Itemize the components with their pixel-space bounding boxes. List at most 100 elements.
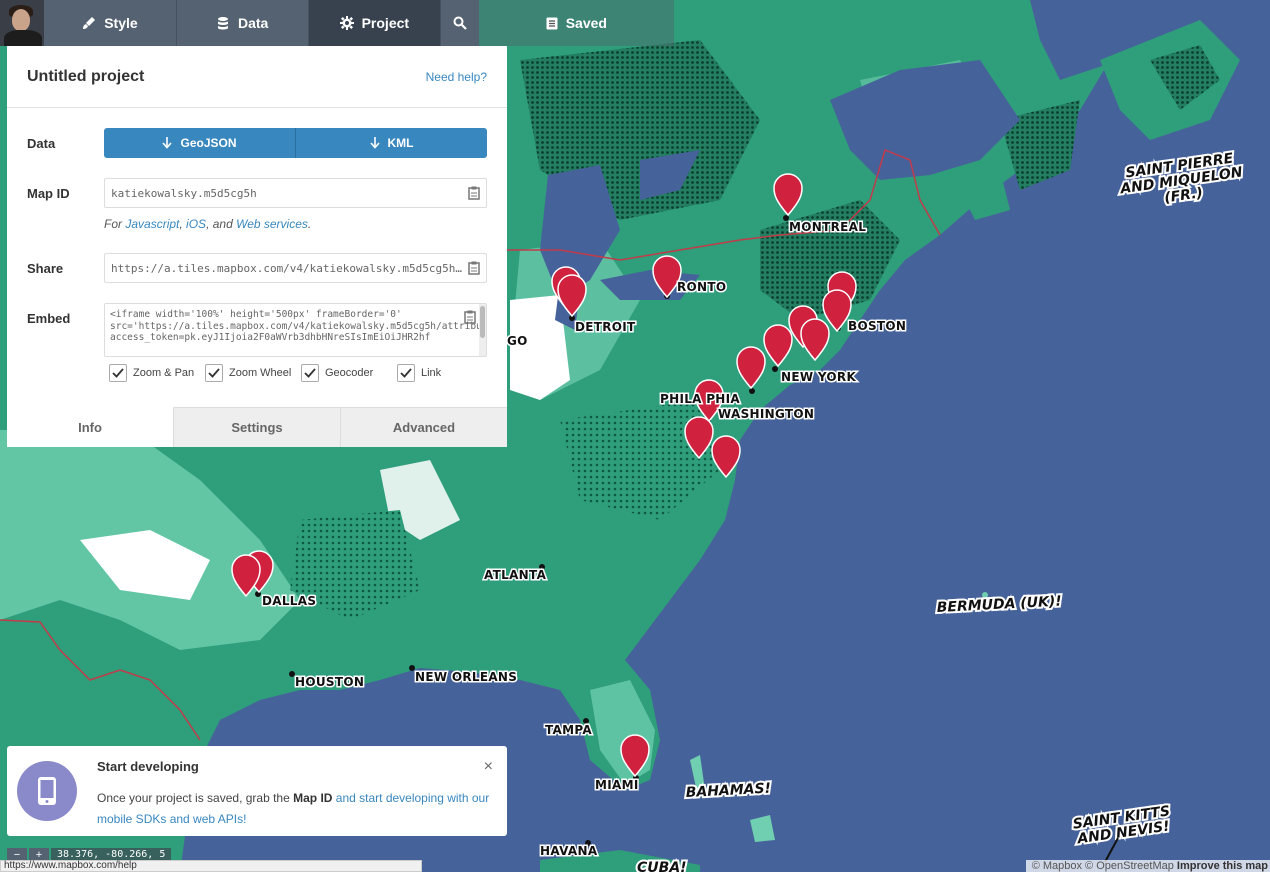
tab-info[interactable]: Info — [7, 407, 173, 447]
tab-project[interactable]: Project — [308, 0, 441, 46]
city-label: PHILA PHIA — [660, 392, 740, 406]
geojson-label: GeoJSON — [180, 136, 237, 150]
document-icon — [546, 17, 558, 29]
city-label: MONTREAL — [789, 220, 866, 234]
paint-brush-icon — [83, 17, 96, 29]
tab-style[interactable]: Style — [44, 0, 177, 46]
checkbox[interactable] — [301, 364, 319, 382]
notice-bold: Map ID — [293, 791, 333, 805]
close-icon[interactable]: × — [484, 758, 493, 776]
embed-options: Zoom & Pan Zoom Wheel Geocoder Link — [109, 364, 493, 382]
project-panel: Untitled project Need help? Data GeoJSON… — [7, 46, 507, 447]
tab-settings[interactable]: Settings — [173, 407, 340, 447]
option-link[interactable]: Link — [397, 364, 493, 382]
hint-text: , and — [206, 217, 237, 231]
option-label: Geocoder — [325, 367, 374, 379]
mapid-value[interactable]: katiekowalsky.m5d5cg5h — [111, 187, 462, 200]
arrow-down-icon — [369, 137, 380, 149]
kml-download-button[interactable]: KML — [296, 128, 487, 158]
clipboard-icon[interactable] — [468, 261, 480, 275]
city-label: DETROIT — [575, 320, 636, 334]
mapid-row: Map ID katiekowalsky.m5d5cg5h — [27, 178, 487, 208]
city-label: MIAMI — [595, 778, 639, 792]
database-icon — [217, 17, 228, 30]
search-button[interactable] — [440, 0, 479, 46]
top-nav-bar: Style Data Project Saved — [0, 0, 675, 46]
notice-title: Start developing — [97, 759, 199, 774]
notice-body: Once your project is saved, grab the Map… — [97, 788, 497, 830]
scrollbar[interactable] — [479, 304, 486, 356]
saved-label: Saved — [565, 15, 607, 31]
javascript-link[interactable]: Javascript — [125, 217, 179, 231]
embed-value[interactable]: <iframe width='100%' height='500px' fram… — [110, 309, 486, 343]
gear-icon — [339, 16, 354, 30]
kml-label: KML — [387, 136, 414, 150]
hint-text: . — [307, 217, 312, 231]
check-icon — [208, 368, 220, 378]
mapid-field[interactable]: katiekowalsky.m5d5cg5h — [104, 178, 487, 208]
checkbox[interactable] — [397, 364, 415, 382]
tab-label: Data — [237, 15, 269, 31]
search-icon — [453, 16, 467, 30]
share-value[interactable]: https://a.tiles.mapbox.com/v4/katiekowal… — [111, 262, 462, 275]
city-label: GO — [507, 334, 528, 348]
option-geocoder[interactable]: Geocoder — [301, 364, 397, 382]
city-label: HOUSTON — [295, 675, 364, 689]
share-row: Share https://a.tiles.mapbox.com/v4/kati… — [27, 253, 487, 283]
city-label: BOSTON — [848, 319, 906, 333]
avatar[interactable] — [0, 0, 45, 46]
panel-header: Untitled project Need help? — [7, 46, 507, 108]
city-label: RONTO — [677, 280, 726, 294]
country-label: CUBA! — [637, 860, 687, 872]
city-label: WASHINGTON — [718, 407, 814, 421]
city-label: HAVANA — [540, 844, 598, 858]
hint-text: For — [104, 217, 126, 231]
download-buttons: GeoJSON KML — [104, 128, 487, 158]
embed-label: Embed — [27, 311, 71, 326]
check-icon — [112, 368, 124, 378]
checkbox[interactable] — [205, 364, 223, 382]
check-icon — [400, 368, 412, 378]
help-link[interactable]: Need help? — [426, 70, 487, 84]
project-title[interactable]: Untitled project — [27, 68, 144, 86]
notice-text: Once your project is saved, grab the — [97, 791, 294, 805]
status-bar-url: https://www.mapbox.com/help — [0, 860, 422, 872]
tab-advanced[interactable]: Advanced — [340, 407, 507, 447]
city-label: ATLANTA — [484, 568, 547, 582]
city-label: DALLAS — [262, 594, 316, 608]
checkbox[interactable] — [109, 364, 127, 382]
option-zoom-pan[interactable]: Zoom & Pan — [109, 364, 205, 382]
sdk-hint: For Javascript, iOS, and Web services. — [104, 217, 311, 231]
option-zoom-wheel[interactable]: Zoom Wheel — [205, 364, 301, 382]
option-label: Link — [421, 367, 442, 379]
panel-tabs: Info Settings Advanced — [7, 407, 507, 447]
city-label: NEW YORK — [781, 370, 856, 384]
tab-label: Project — [361, 15, 410, 31]
option-label: Zoom Wheel — [229, 367, 292, 379]
tab-label: Style — [104, 15, 138, 31]
data-label: Data — [27, 136, 56, 151]
city-label: TAMPA — [545, 723, 592, 737]
share-label: Share — [27, 261, 64, 276]
web-services-link[interactable]: Web services — [236, 217, 308, 231]
geojson-download-button[interactable]: GeoJSON — [104, 128, 296, 158]
clipboard-icon[interactable] — [464, 310, 476, 324]
ios-link[interactable]: iOS — [186, 217, 206, 231]
tab-data[interactable]: Data — [176, 0, 309, 46]
start-developing-notice: Start developing Once your project is sa… — [7, 746, 507, 836]
saved-button[interactable]: Saved — [478, 0, 675, 46]
mapid-label: Map ID — [27, 186, 70, 201]
improve-map-link[interactable]: Improve this map — [1177, 860, 1268, 872]
clipboard-icon[interactable] — [468, 186, 480, 200]
mobile-phone-icon — [17, 761, 77, 821]
check-icon — [304, 368, 316, 378]
city-label: NEW ORLEANS — [415, 670, 517, 684]
embed-row: Embed <iframe width='100%' height='500px… — [27, 303, 487, 357]
embed-code-textarea[interactable]: <iframe width='100%' height='500px' fram… — [104, 303, 487, 357]
arrow-down-icon — [162, 137, 173, 149]
map-attribution: © Mapbox © OpenStreetMap Improve this ma… — [1025, 860, 1270, 872]
share-field[interactable]: https://a.tiles.mapbox.com/v4/katiekowal… — [104, 253, 487, 283]
option-label: Zoom & Pan — [133, 367, 195, 379]
data-row: Data GeoJSON KML — [27, 128, 487, 158]
attribution-text[interactable]: © Mapbox © OpenStreetMap — [1032, 860, 1174, 872]
